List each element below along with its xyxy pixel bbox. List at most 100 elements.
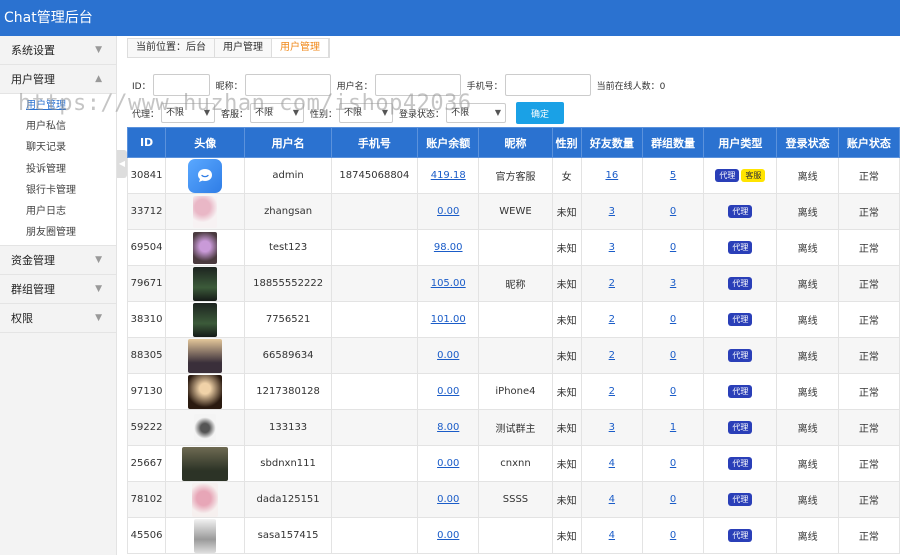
balance-cell: 101.00 — [417, 301, 480, 338]
balance-link[interactable]: 0.00 — [437, 458, 459, 469]
phone-cell — [330, 301, 419, 338]
menu-user-management[interactable]: 用户管理 ▲ — [0, 65, 116, 94]
friends-count-link[interactable]: 2 — [609, 314, 615, 325]
sidebar-item-private-messages[interactable]: 用户私信 — [0, 116, 116, 137]
login-status-cell: 离线 — [776, 445, 839, 482]
avatar-cell — [165, 265, 246, 302]
balance-link[interactable]: 0.00 — [437, 494, 459, 505]
avatar[interactable] — [193, 231, 218, 264]
friends-count-link[interactable]: 2 — [609, 386, 615, 397]
gender-cell: 未知 — [551, 517, 582, 554]
balance-link[interactable]: 0.00 — [437, 350, 459, 361]
friends-count-link[interactable]: 3 — [609, 206, 615, 217]
username-cell: test123 — [244, 229, 332, 266]
phone-label: 手机号： — [466, 81, 503, 92]
balance-link[interactable]: 0.00 — [437, 386, 459, 397]
nickname-cell: 测试群主 — [478, 409, 553, 446]
balance-link[interactable]: 101.00 — [431, 314, 466, 325]
filter-row: ID： 昵称： 用户名： 手机号： 当前在线人数：0 — [132, 73, 665, 97]
balance-cell: 8.00 — [417, 409, 480, 446]
friends-count-link[interactable]: 2 — [609, 278, 615, 289]
user-type-badge: 代理 — [728, 421, 753, 434]
app-title: Chat管理后台 — [4, 10, 93, 26]
user-id-cell: 97130 — [126, 373, 167, 410]
phone-input[interactable] — [504, 74, 591, 96]
menu-permissions[interactable]: 权限 ▼ — [0, 304, 116, 334]
groups-count-link[interactable]: 0 — [670, 350, 676, 361]
avatar[interactable] — [188, 374, 223, 409]
sidebar-item-bank-cards[interactable]: 银行卡管理 — [0, 180, 116, 201]
login-status-select[interactable]: 不限 ▼ — [446, 103, 507, 123]
avatar[interactable] — [193, 195, 218, 228]
id-input[interactable] — [152, 74, 210, 96]
avatar[interactable] — [194, 518, 217, 553]
sidebar-item-chat-records[interactable]: 聊天记录 — [0, 137, 116, 158]
friends-count-link[interactable]: 2 — [609, 350, 615, 361]
groups-count-link[interactable]: 0 — [670, 206, 676, 217]
username-cell: sbdnxn111 — [244, 445, 332, 482]
breadcrumb-item[interactable]: 用户管理 — [215, 39, 272, 57]
friends-count-link[interactable]: 3 — [609, 422, 615, 433]
account-status-cell: 正常 — [837, 265, 900, 302]
avatar[interactable] — [193, 266, 218, 301]
table-row: 38310 7756521 101.00 未知 2 0 代理 离线 正常 — [126, 301, 900, 338]
cs-select[interactable]: 不限 ▼ — [250, 103, 305, 123]
confirm-button[interactable]: 确定 — [516, 102, 565, 124]
friends-count-link[interactable]: 16 — [605, 170, 618, 181]
avatar-cell — [165, 409, 246, 446]
user-id-cell: 30841 — [126, 157, 167, 194]
col-header: 头像 — [165, 127, 246, 158]
online-count: 当前在线人数：0 — [596, 81, 666, 92]
login-status-cell: 离线 — [776, 337, 839, 374]
avatar[interactable] — [193, 302, 218, 337]
friends-cell: 2 — [580, 265, 643, 302]
menu-system-settings[interactable]: 系统设置 ▼ — [0, 36, 116, 65]
groups-count-link[interactable]: 0 — [670, 458, 676, 469]
avatar[interactable] — [194, 413, 217, 442]
username-label: 用户名： — [336, 81, 373, 92]
balance-link[interactable]: 419.18 — [431, 170, 466, 181]
balance-link[interactable]: 8.00 — [437, 422, 459, 433]
friends-cell: 4 — [580, 445, 643, 482]
user-id-cell: 33712 — [126, 193, 167, 230]
groups-count-link[interactable]: 0 — [670, 314, 676, 325]
sidebar-item-complaints[interactable]: 投诉管理 — [0, 159, 116, 180]
groups-count-link[interactable]: 1 — [670, 422, 676, 433]
table-row: 25667 sbdnxn111 0.00 cnxnn 未知 4 0 代理 离线 正常 — [126, 445, 900, 482]
avatar[interactable] — [182, 446, 229, 481]
user-id-cell: 88305 — [126, 337, 167, 374]
friends-count-link[interactable]: 4 — [609, 494, 615, 505]
groups-count-link[interactable]: 0 — [670, 530, 676, 541]
avatar[interactable] — [188, 338, 223, 373]
groups-count-link[interactable]: 0 — [670, 386, 676, 397]
groups-count-link[interactable]: 0 — [670, 494, 676, 505]
table-body: 30841 admin 18745068804 419.18 官方客服女 16 5 代理 客服离… — [126, 157, 900, 554]
breadcrumb-item[interactable]: 当前位置：后台 — [128, 39, 215, 57]
balance-link[interactable]: 105.00 — [431, 278, 466, 289]
menu-groups[interactable]: 群组管理 ▼ — [0, 275, 116, 305]
username-input[interactable] — [374, 74, 461, 96]
groups-count-link[interactable]: 0 — [670, 242, 676, 253]
groups-cell: 3 — [641, 265, 705, 302]
agent-select[interactable]: 不限 ▼ — [161, 103, 216, 123]
menu-funds[interactable]: 资金管理 ▼ — [0, 246, 116, 276]
friends-count-link[interactable]: 4 — [609, 530, 615, 541]
friends-count-link[interactable]: 3 — [609, 242, 615, 253]
avatar[interactable] — [192, 482, 219, 517]
user-type-badge: 代理 — [728, 349, 753, 362]
balance-link[interactable]: 98.00 — [434, 242, 463, 253]
col-header: ID — [126, 127, 167, 158]
nickname-input[interactable] — [244, 74, 331, 96]
balance-link[interactable]: 0.00 — [437, 206, 459, 217]
groups-count-link[interactable]: 5 — [670, 170, 676, 181]
sidebar-item-users[interactable]: 用户管理 — [0, 95, 116, 116]
avatar[interactable] — [188, 158, 223, 193]
groups-count-link[interactable]: 3 — [670, 278, 676, 289]
avatar-cell — [165, 301, 246, 338]
sidebar-item-moments[interactable]: 朋友圈管理 — [0, 222, 116, 243]
gender-select[interactable]: 不限 ▼ — [339, 103, 394, 123]
collapse-sidebar-handle[interactable]: ◀ — [117, 150, 127, 178]
balance-link[interactable]: 0.00 — [437, 530, 459, 541]
friends-count-link[interactable]: 4 — [609, 458, 615, 469]
sidebar-item-user-logs[interactable]: 用户日志 — [0, 201, 116, 222]
